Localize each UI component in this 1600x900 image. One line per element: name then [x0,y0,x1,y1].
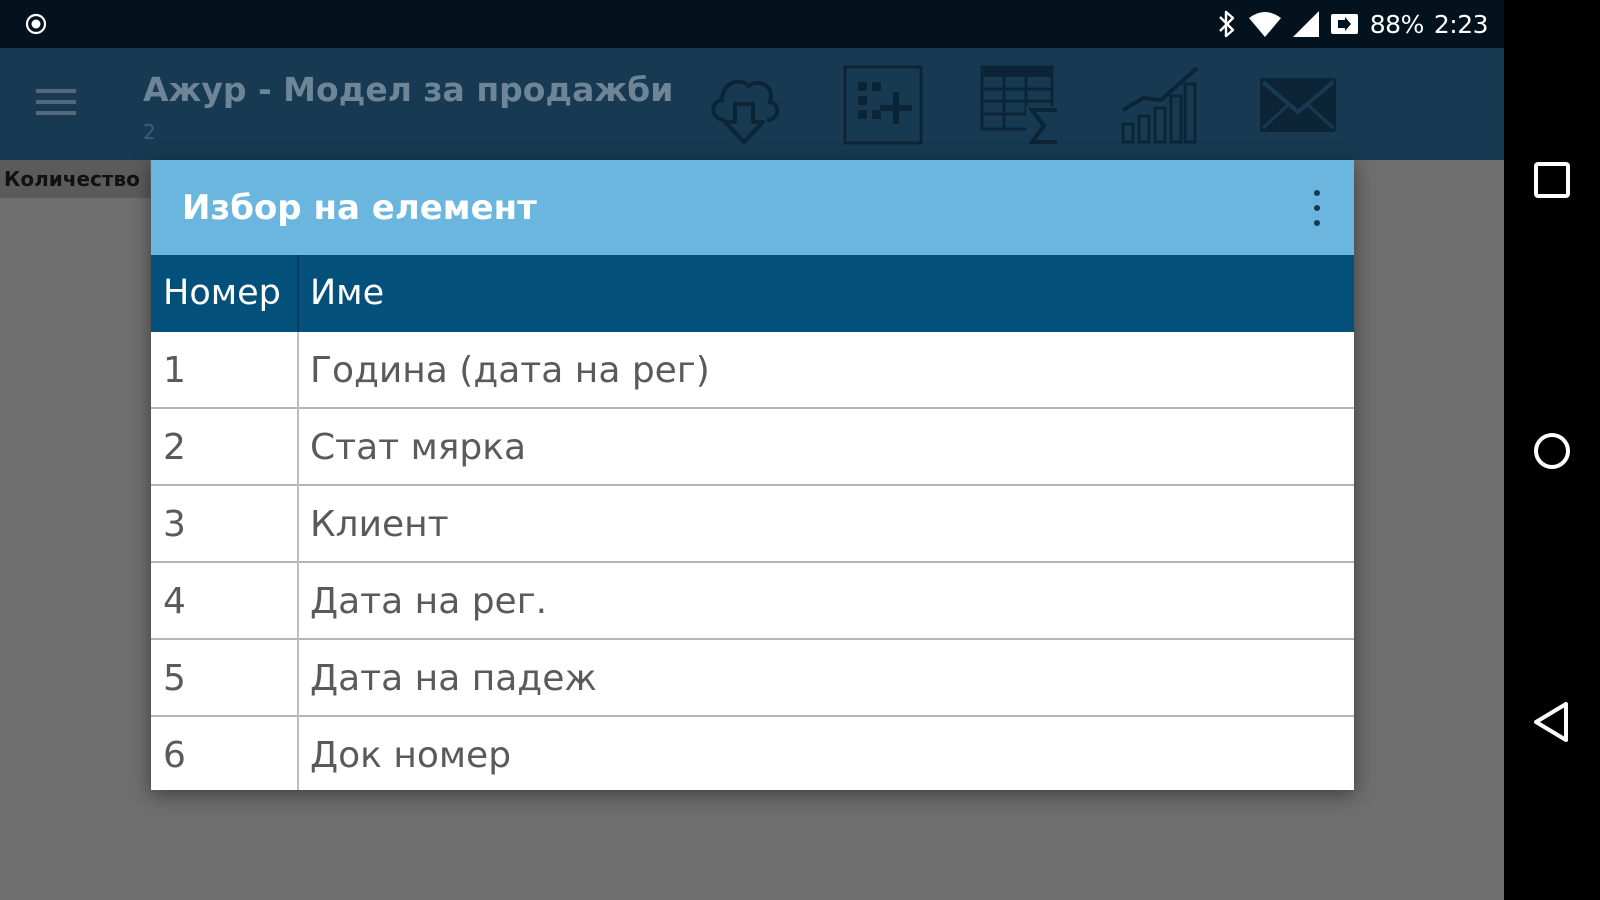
table-body: 1 Година (дата на рег) 2 Стат мярка 3 Кл… [151,332,1354,790]
bluetooth-icon [1218,10,1234,38]
table-row[interactable]: 3 Клиент [151,486,1354,563]
cell-divider [297,640,299,717]
row-name: Дата на рег. [310,581,548,622]
table-header: Номер Име [151,255,1354,332]
more-options-icon[interactable] [1310,190,1324,226]
bar-chart-icon[interactable] [1119,64,1201,146]
cell-divider [297,717,299,790]
dialog-header: Избор на елемент [151,160,1354,255]
cell-divider [297,563,299,640]
column-header-name[interactable]: Име [310,255,384,332]
mail-icon[interactable] [1257,64,1339,146]
add-grid-icon[interactable] [842,64,924,146]
wifi-icon [1248,12,1281,37]
row-number: 4 [163,581,186,622]
cell-divider [297,409,299,486]
row-number: 5 [163,658,186,699]
cell-divider [297,332,299,409]
row-name: Стат мярка [310,427,527,468]
clock: 2:23 [1433,9,1489,39]
status-bar: 88% 2:23 [0,0,1504,48]
back-icon[interactable] [1526,696,1578,748]
battery-icon [1330,14,1358,34]
app-title: Ажур - Модел за продажби [143,70,674,109]
cloud-download-icon[interactable] [703,64,785,146]
select-item-dialog: Избор на елемент Номер Име 1 Година (дат… [151,160,1354,790]
table-row[interactable]: 2 Стат мярка [151,409,1354,486]
navigation-bar [1504,0,1600,900]
column-tab: Количество [0,160,150,198]
row-name: Дата на падеж [310,658,597,699]
battery-percentage: 88% [1369,9,1425,39]
row-number: 2 [163,427,186,468]
table-row[interactable]: 4 Дата на рег. [151,563,1354,640]
app-subtitle: 2 [143,120,156,144]
home-icon[interactable] [1526,425,1578,477]
recents-icon[interactable] [1526,154,1578,206]
row-name: Док номер [310,735,512,776]
column-header-number[interactable]: Номер [163,255,281,332]
table-sum-icon[interactable] [980,64,1062,146]
row-number: 1 [163,350,186,391]
signal-icon [1292,11,1319,37]
table-row[interactable]: 1 Година (дата на рег) [151,332,1354,409]
dialog-title: Избор на елемент [182,188,537,228]
cell-divider [297,486,299,563]
record-icon [25,13,47,35]
table-row[interactable]: 5 Дата на падеж [151,640,1354,717]
row-name: Клиент [310,504,449,545]
row-name: Година (дата на рег) [310,350,710,391]
table-row[interactable]: 6 Док номер [151,717,1354,790]
header-divider [297,255,299,332]
row-number: 6 [163,735,186,776]
row-number: 3 [163,504,186,545]
screen: 88% 2:23 Ажур - Модел за продажби 2 Коли… [0,0,1504,900]
menu-icon[interactable] [36,88,76,118]
